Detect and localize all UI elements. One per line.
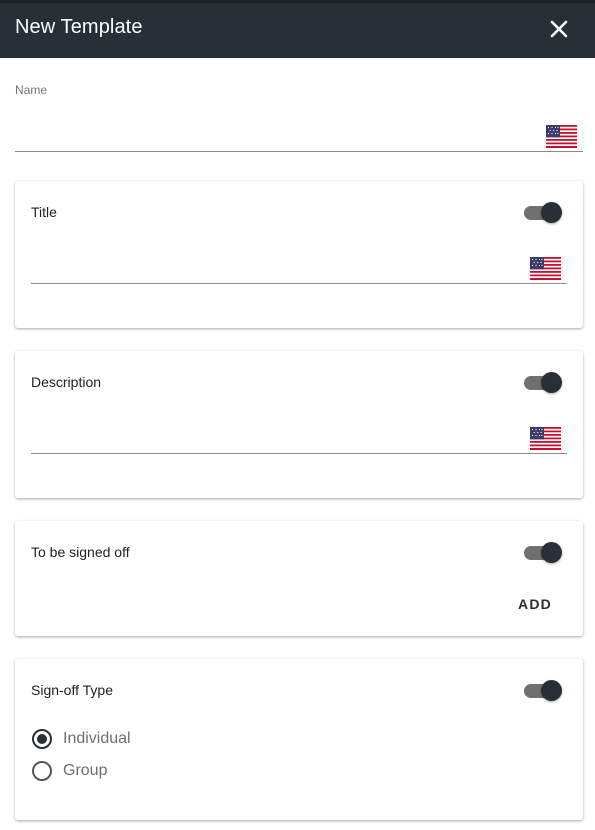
description-toggle[interactable] [524,371,564,395]
signed-off-card: To be signed off ADD [15,521,583,636]
dialog-title: New Template [15,16,143,38]
close-button[interactable] [545,15,573,43]
dialog-header: New Template [0,0,595,58]
toggle-thumb [541,202,562,223]
toggle-thumb [541,542,562,563]
signoff-type-toggle[interactable] [524,679,564,703]
description-card: Description [15,351,583,498]
us-flag-icon[interactable] [530,427,561,450]
title-card-label: Title [31,204,57,220]
name-input-underline [15,151,583,152]
title-input-underline [31,283,567,284]
description-card-label: Description [31,374,102,390]
name-input[interactable] [15,112,540,150]
title-input[interactable] [31,243,511,281]
us-flag-icon[interactable] [530,257,561,280]
radio-unchecked-icon[interactable] [32,761,52,781]
radio-checked-icon[interactable] [32,729,52,749]
us-flag-icon[interactable] [546,125,577,148]
signed-off-card-label: To be signed off [31,544,130,560]
name-field-label: Name [15,83,48,97]
signoff-type-card-label: Sign-off Type [31,682,113,698]
radio-option-individual[interactable]: Individual [32,727,131,751]
toggle-thumb [541,680,562,701]
description-input-underline [31,453,567,454]
radio-label: Individual [63,730,131,747]
signoff-type-card: Sign-off Type Individual Group [15,659,583,820]
close-icon [550,20,568,38]
title-toggle[interactable] [524,201,564,225]
description-input[interactable] [31,413,511,451]
title-card: Title [15,181,583,328]
toggle-thumb [541,372,562,393]
radio-option-group[interactable]: Group [32,759,107,783]
signed-off-toggle[interactable] [524,541,564,565]
add-signer-button[interactable]: ADD [510,589,560,619]
radio-label: Group [63,762,108,779]
